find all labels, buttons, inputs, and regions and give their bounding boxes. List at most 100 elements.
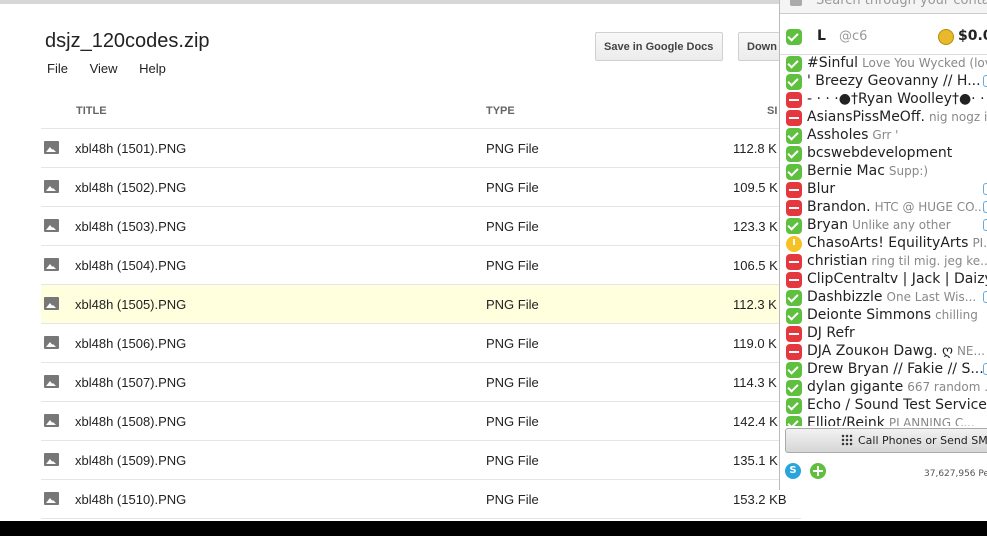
contact-item[interactable]: DJA Zouкoн Dawg. ღ NE...: [780, 343, 987, 361]
online-status-icon: [786, 380, 802, 396]
table-row[interactable]: xbl48h (1507).PNG PNG File 114.3 K: [41, 363, 801, 402]
contact-item[interactable]: #Sinful Love You Wycked (lov: [780, 55, 987, 73]
contact-name: Blur: [807, 181, 836, 197]
table-row[interactable]: xbl48h (1502).PNG PNG File 109.5 K: [41, 168, 801, 207]
online-status-icon: [786, 308, 802, 324]
chat-bubble-icon[interactable]: [983, 183, 987, 195]
chat-bubble-icon[interactable]: [983, 201, 987, 213]
skype-logo-icon[interactable]: S: [785, 463, 801, 479]
image-file-icon: [44, 219, 59, 232]
add-contact-icon[interactable]: [810, 463, 826, 479]
file-name[interactable]: xbl48h (1503).PNG: [75, 219, 186, 234]
contact-item[interactable]: Echo / Sound Test Service: [780, 397, 987, 415]
file-name[interactable]: xbl48h (1502).PNG: [75, 180, 186, 195]
column-type[interactable]: TYPE: [486, 105, 515, 117]
image-file-icon: [44, 414, 59, 427]
file-name[interactable]: xbl48h (1505).PNG: [75, 297, 186, 312]
file-name[interactable]: xbl48h (1510).PNG: [75, 492, 186, 507]
contact-item[interactable]: ClipCentraltv | Jack | Daizy: [780, 271, 987, 289]
contact-mood: PLANNING C...: [888, 416, 975, 426]
column-size[interactable]: SI: [767, 105, 777, 117]
contact-list: #Sinful Love You Wycked (lov ' Breezy Geov…: [780, 54, 987, 426]
file-type: PNG File: [486, 336, 539, 351]
contact-name: bcswebdevelopment: [807, 145, 953, 161]
file-size: 119.0 K: [733, 336, 777, 351]
dnd-status-icon: [786, 254, 802, 270]
dnd-status-icon: [786, 200, 802, 216]
contact-name: DJ Refr: [807, 325, 855, 341]
call-phones-button[interactable]: Call Phones or Send SMS: [785, 428, 987, 453]
contact-mood: Love You Wycked (lov: [862, 56, 987, 70]
contact-item[interactable]: - · · ·●†Ryan Woolley†●· · -: [780, 91, 987, 109]
contact-item[interactable]: Brandon. HTC @ HUGE CO...: [780, 199, 987, 217]
save-in-google-docs-button[interactable]: Save in Google Docs: [595, 32, 723, 61]
contact-search-input[interactable]: Search through your conta: [780, 0, 987, 14]
contact-name: Deionte Simmons: [807, 307, 932, 323]
file-name[interactable]: xbl48h (1506).PNG: [75, 336, 186, 351]
contact-mood: Grr ': [872, 128, 899, 142]
column-title[interactable]: TITLE: [76, 105, 107, 117]
contacts-icon: [790, 0, 802, 6]
table-row[interactable]: xbl48h (1506).PNG PNG File 119.0 K: [41, 324, 801, 363]
contact-item[interactable]: ChasoArts! EquilityArtsPI...: [780, 235, 987, 253]
contact-mood: ring til mig. jeg ke...: [871, 254, 987, 268]
archive-title: dsjz_120codes.zip: [45, 30, 210, 52]
contact-item[interactable]: Blur: [780, 181, 987, 199]
file-name[interactable]: xbl48h (1501).PNG: [75, 141, 186, 156]
chat-bubble-icon[interactable]: [983, 75, 987, 87]
menu-bar: File View Help: [47, 61, 184, 77]
file-name[interactable]: xbl48h (1508).PNG: [75, 414, 186, 429]
contact-mood: chilling: [935, 308, 978, 322]
table-row[interactable]: xbl48h (1510).PNG PNG File 153.2 KB: [41, 480, 801, 519]
image-file-icon: [44, 453, 59, 466]
contact-name: christian: [807, 253, 868, 269]
contact-item[interactable]: bcswebdevelopment: [780, 145, 987, 163]
chat-bubble-icon[interactable]: [983, 219, 987, 231]
contact-item[interactable]: Drew Bryan // Fakie // S...: [780, 361, 987, 379]
file-name[interactable]: xbl48h (1507).PNG: [75, 375, 186, 390]
image-file-icon: [44, 258, 59, 271]
file-type: PNG File: [486, 180, 539, 195]
online-status-icon: [786, 362, 802, 378]
file-name[interactable]: xbl48h (1509).PNG: [75, 453, 186, 468]
dnd-status-icon: [786, 344, 802, 360]
contact-name: ' Breezy Geovanny // H...: [807, 73, 981, 89]
contact-item[interactable]: ' Breezy Geovanny // H...: [780, 73, 987, 91]
menu-file[interactable]: File: [47, 61, 68, 76]
contact-item[interactable]: Dashbizzle One Last Wis...: [780, 289, 987, 307]
contact-item[interactable]: dylan gigante 667 random ...: [780, 379, 987, 397]
contact-item[interactable]: DJ Refr: [780, 325, 987, 343]
chat-bubble-icon[interactable]: [983, 363, 987, 375]
table-row[interactable]: xbl48h (1501).PNG PNG File 112.8 K: [41, 129, 801, 168]
image-file-icon: [44, 492, 59, 505]
contact-item[interactable]: Bernie Mac Supp:): [780, 163, 987, 181]
contact-mood: One Last Wis...: [886, 290, 977, 304]
file-table: TITLE TYPE SI xbl48h (1501).PNG PNG File 1…: [41, 93, 801, 519]
contact-item[interactable]: Bryan Unlike any other: [780, 217, 987, 235]
table-row[interactable]: xbl48h (1503).PNG PNG File 123.3 K: [41, 207, 801, 246]
online-status-icon: [786, 398, 802, 414]
image-file-icon: [44, 141, 59, 154]
table-row[interactable]: xbl48h (1504).PNG PNG File 106.5 K: [41, 246, 801, 285]
contact-item[interactable]: Elliot/Reink PLANNING C...: [780, 415, 987, 426]
contact-item[interactable]: AsiansPissMeOff. nig nogz i: [780, 109, 987, 127]
table-row[interactable]: xbl48h (1509).PNG PNG File 135.1 K: [41, 441, 801, 480]
skype-credit[interactable]: $0.0: [958, 28, 987, 44]
file-type: PNG File: [486, 375, 539, 390]
menu-help[interactable]: Help: [139, 61, 166, 76]
contact-item[interactable]: Deionte Simmons chilling: [780, 307, 987, 325]
menu-view[interactable]: View: [90, 61, 118, 76]
file-type: PNG File: [486, 258, 539, 273]
table-row[interactable]: xbl48h (1505).PNG PNG File 112.3 K: [41, 285, 801, 324]
skype-credit-icon: [938, 29, 954, 45]
table-row[interactable]: xbl48h (1508).PNG PNG File 142.4 K: [41, 402, 801, 441]
chat-bubble-icon[interactable]: [983, 291, 987, 303]
profile-handle: @c6: [839, 29, 868, 44]
profile-bar[interactable]: L @c6 $0.0: [780, 24, 987, 50]
file-size: 106.5 K: [733, 258, 778, 273]
contact-item[interactable]: christian ring til mig. jeg ke...: [780, 253, 987, 271]
contact-item[interactable]: Assholes Grr ': [780, 127, 987, 145]
online-status-icon[interactable]: [786, 29, 802, 45]
file-name[interactable]: xbl48h (1504).PNG: [75, 258, 186, 273]
status-footer: S 37,627,956 Peo: [780, 458, 987, 488]
